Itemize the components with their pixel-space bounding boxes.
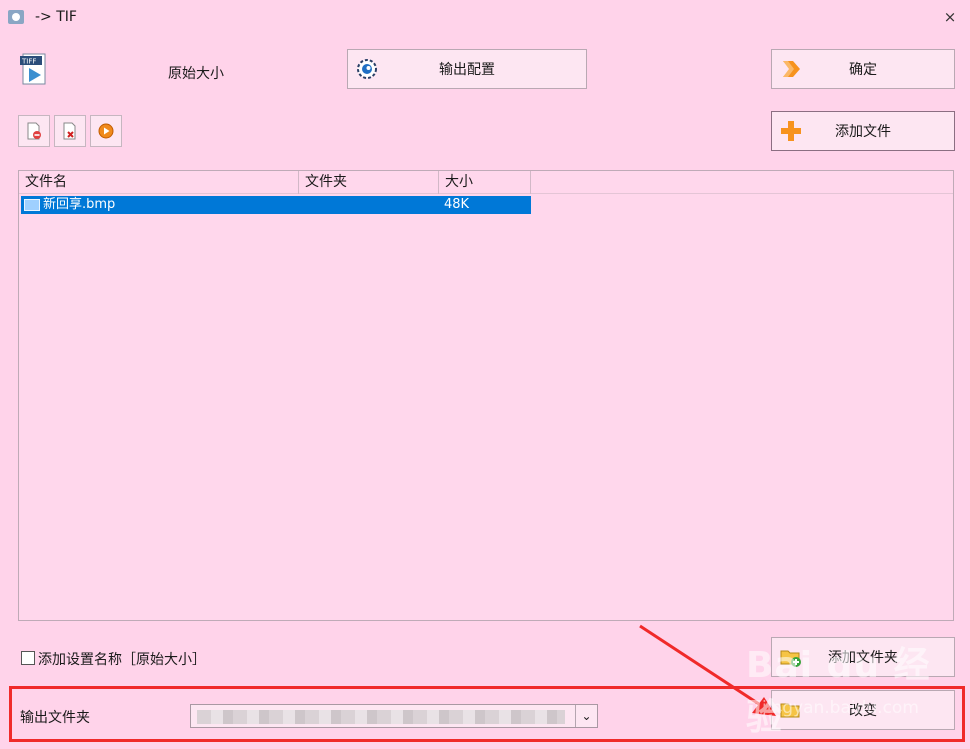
cell-filename: 新回享.bmp — [43, 197, 116, 212]
chevron-down-icon[interactable]: ⌄ — [575, 705, 597, 727]
ok-button[interactable]: 确定 — [771, 49, 955, 89]
tiff-icon-text: TIFF — [21, 58, 36, 66]
add-folder-button[interactable]: 添加文件夹 — [771, 637, 955, 677]
start-convert-button[interactable] — [90, 115, 122, 147]
gear-icon — [357, 59, 377, 79]
column-header-size[interactable]: 大小 — [439, 171, 531, 194]
change-folder-button[interactable]: 改变 — [771, 690, 955, 730]
output-folder-value — [197, 710, 565, 724]
folder-icon — [780, 703, 800, 718]
title-bar: -> TIF × — [0, 0, 970, 36]
window-title: -> TIF — [35, 9, 77, 25]
cell-size: 48K — [444, 197, 470, 212]
arrow-right-icon — [783, 61, 800, 77]
table-row[interactable]: 新回享.bmp 48K — [21, 196, 531, 214]
column-header-filename[interactable]: 文件名 — [19, 171, 299, 194]
file-list[interactable]: 文件名 文件夹 大小 新回享.bmp 48K — [18, 170, 954, 621]
clear-list-button[interactable] — [54, 115, 86, 147]
column-header-folder[interactable]: 文件夹 — [299, 171, 439, 194]
output-config-button[interactable]: 输出配置 — [347, 49, 587, 89]
format-label: 原始大小 — [168, 66, 224, 82]
output-config-label: 输出配置 — [439, 62, 495, 78]
play-icon — [98, 123, 114, 139]
output-folder-select[interactable]: ⌄ — [190, 704, 598, 728]
cell-folder — [299, 196, 431, 214]
clear-list-icon — [63, 122, 76, 140]
image-file-icon — [24, 199, 40, 211]
folder-add-icon — [780, 650, 801, 667]
add-setting-name-checkbox[interactable] — [21, 651, 35, 665]
add-file-button[interactable]: 添加文件 — [771, 111, 955, 151]
tiff-file-icon: TIFF — [20, 53, 46, 85]
list-header: 文件名 文件夹 大小 — [19, 171, 953, 194]
plus-icon — [781, 121, 801, 141]
remove-file-icon — [27, 122, 41, 140]
add-setting-name-label: 添加设置名称［原始大小］ — [38, 652, 206, 668]
app-icon — [8, 10, 24, 24]
remove-file-button[interactable] — [18, 115, 50, 147]
close-button[interactable]: × — [940, 7, 960, 27]
output-folder-label: 输出文件夹 — [20, 710, 90, 726]
